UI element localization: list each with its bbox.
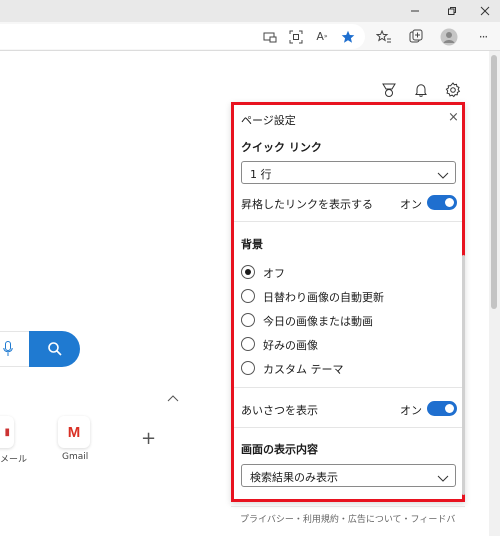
page-scrollbar[interactable]: [489, 51, 500, 536]
title-bar: [0, 0, 500, 22]
collections-icon[interactable]: [403, 22, 429, 51]
background-option-daily-radio[interactable]: [241, 289, 255, 303]
browser-toolbar: A» ···: [0, 22, 500, 51]
mail-tile-label: メール: [0, 455, 28, 465]
divider: [234, 387, 462, 388]
toggle-knob: [445, 404, 454, 413]
settings-icon[interactable]: [441, 78, 465, 102]
footer-links[interactable]: プライバシー・利用規約・広告について・フィードバ: [240, 512, 462, 526]
page-settings-panel: ページ設定 × クイック リンク 1 行 昇格したリンクを表示する オン 背景 …: [231, 102, 465, 502]
background-option-label: カスタム テーマ: [263, 363, 344, 376]
background-option-today-radio[interactable]: [241, 313, 255, 327]
promoted-links-state: オン: [400, 198, 422, 211]
address-bar[interactable]: A»: [0, 24, 365, 49]
mail-icon: ▮: [4, 426, 10, 438]
read-aloud-icon[interactable]: A»: [309, 22, 335, 51]
page-scrollbar-thumb[interactable]: [491, 55, 497, 309]
greeting-toggle[interactable]: [427, 401, 457, 416]
gmail-tile[interactable]: M: [58, 416, 90, 448]
favorite-star-icon[interactable]: [335, 22, 361, 51]
background-option-label: 日替わり画像の自動更新: [263, 291, 384, 304]
promoted-links-label: 昇格したリンクを表示する: [241, 198, 373, 211]
gmail-tile-label: Gmail: [62, 452, 89, 462]
greeting-label: あいさつを表示: [241, 404, 318, 417]
rewards-icon[interactable]: [377, 78, 401, 102]
profile-icon[interactable]: [436, 22, 462, 51]
divider: [234, 427, 462, 428]
read-aloud-label: A: [316, 30, 324, 43]
pip-icon[interactable]: [257, 22, 283, 51]
minimize-icon[interactable]: [400, 0, 430, 22]
favorites-icon[interactable]: [371, 22, 397, 51]
divider: [234, 221, 462, 222]
panel-scrollbar[interactable]: [462, 255, 465, 495]
gmail-icon: M: [67, 423, 81, 441]
background-option-custom-theme-radio[interactable]: [241, 361, 255, 375]
close-panel-label: ×: [448, 110, 459, 125]
notifications-icon[interactable]: [409, 78, 433, 102]
background-option-label: オフ: [263, 267, 285, 280]
toggle-knob: [445, 198, 454, 207]
content-select[interactable]: 検索結果のみ表示: [241, 464, 456, 487]
greeting-state: オン: [400, 404, 422, 417]
background-option-custom-image-radio[interactable]: [241, 337, 255, 351]
quick-links-select-value: 1 行: [250, 168, 272, 181]
close-panel-button[interactable]: ×: [448, 110, 459, 125]
promoted-links-toggle[interactable]: [427, 195, 457, 210]
quick-links-select[interactable]: 1 行: [241, 161, 456, 184]
more-label: ···: [478, 29, 489, 44]
search-box: [0, 331, 80, 367]
more-icon[interactable]: ···: [470, 22, 496, 51]
search-button[interactable]: [29, 331, 80, 367]
background-option-off-radio[interactable]: [241, 265, 255, 279]
background-option-label: 好みの画像: [263, 339, 318, 352]
search-icon: [47, 342, 62, 356]
content-select-value: 検索結果のみ表示: [250, 471, 338, 484]
chevron-up-icon[interactable]: [167, 387, 179, 406]
chevron-down-icon: [437, 469, 449, 488]
footer-divider: [231, 506, 465, 507]
background-heading: 背景: [241, 238, 263, 251]
chevron-down-icon: [437, 166, 449, 185]
background-option-label: 今日の画像または動画: [263, 315, 373, 328]
add-tile-label: +: [141, 428, 157, 449]
quick-links-heading: クイック リンク: [241, 141, 322, 154]
close-icon[interactable]: [470, 0, 500, 22]
panel-title: ページ設定: [241, 114, 296, 127]
mail-tile[interactable]: ▮: [0, 416, 14, 448]
screenshot-icon[interactable]: [283, 22, 309, 51]
content-heading: 画面の表示内容: [241, 443, 318, 456]
microphone-icon[interactable]: [3, 341, 13, 361]
maximize-icon[interactable]: [437, 0, 467, 22]
add-tile-button[interactable]: +: [141, 430, 156, 448]
